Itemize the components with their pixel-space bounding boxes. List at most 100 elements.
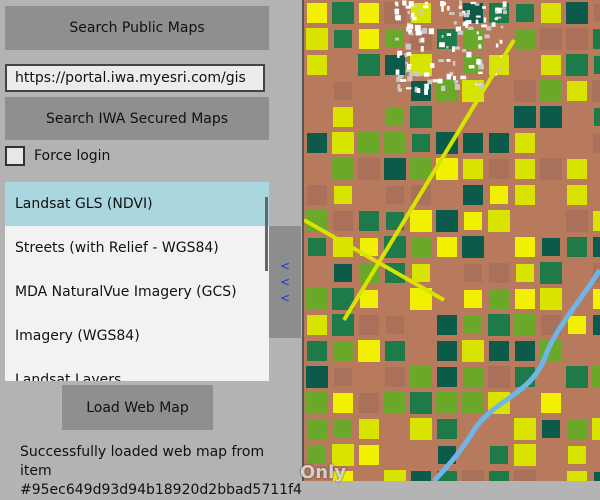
field-parcel — [462, 470, 484, 481]
list-item[interactable]: Landsat Layers — [5, 358, 269, 381]
field-parcel — [542, 186, 560, 204]
field-parcel — [358, 132, 380, 154]
urban-speck — [491, 22, 496, 27]
field-parcel — [514, 106, 536, 128]
urban-speck — [405, 43, 412, 50]
field-parcel — [540, 106, 562, 128]
urban-speck — [428, 28, 435, 35]
field-parcel — [359, 419, 379, 439]
field-parcel — [488, 236, 510, 258]
urban-speck — [405, 69, 412, 73]
field-parcel — [566, 28, 588, 50]
field-parcel — [566, 54, 588, 76]
list-item[interactable]: Landsat GLS (NDVI) — [5, 182, 269, 226]
status-line-1: Successfully loaded web map from item — [20, 444, 265, 479]
field-parcel — [334, 420, 352, 438]
field-parcel — [516, 4, 534, 22]
portal-url-input[interactable] — [5, 64, 265, 92]
field-parcel — [593, 315, 600, 335]
status-message: Successfully loaded web map from item #9… — [20, 443, 302, 500]
field-parcel — [594, 108, 600, 126]
field-parcel — [306, 392, 328, 414]
field-parcel — [567, 237, 587, 257]
field-parcel — [567, 341, 587, 361]
list-item[interactable]: Imagery (WGS84) — [5, 314, 269, 358]
field-parcel — [412, 264, 430, 282]
field-parcel — [437, 367, 457, 387]
urban-speck — [438, 59, 444, 63]
field-parcel — [463, 3, 483, 23]
urban-speck — [457, 30, 464, 35]
urban-speck — [437, 78, 443, 84]
field-parcel — [334, 186, 352, 204]
field-parcel — [384, 444, 406, 466]
urban-speck — [446, 33, 452, 37]
field-parcel — [306, 28, 328, 50]
field-parcel — [542, 368, 560, 386]
field-parcel — [385, 341, 405, 361]
urban-speck — [397, 50, 403, 56]
field-parcel — [411, 341, 431, 361]
urban-speck — [495, 7, 501, 11]
urban-speck — [394, 37, 400, 41]
urban-speck — [407, 10, 411, 15]
field-parcel — [411, 315, 431, 335]
urban-speck — [452, 46, 455, 53]
field-parcel — [436, 2, 458, 24]
web-map-list[interactable]: Landsat GLS (NDVI) Streets (with Relief … — [5, 182, 269, 381]
field-parcel — [308, 160, 326, 178]
field-parcel — [464, 212, 482, 230]
field-parcel — [359, 3, 379, 23]
list-scrollbar-thumb[interactable] — [265, 197, 268, 271]
field-parcel — [540, 158, 562, 180]
panel-collapse-splitter[interactable]: < < < — [269, 226, 301, 338]
field-parcel — [359, 471, 379, 481]
field-parcel — [540, 80, 562, 102]
urban-speck — [462, 49, 467, 53]
field-parcel — [592, 80, 600, 102]
field-parcel — [464, 316, 482, 334]
field-parcel — [541, 393, 561, 413]
field-parcel — [436, 262, 458, 284]
field-parcel — [333, 393, 353, 413]
field-parcel — [360, 82, 378, 100]
urban-speck — [452, 60, 456, 66]
field-parcel — [542, 420, 560, 438]
list-item[interactable]: Streets (with Relief - WGS84) — [5, 226, 269, 270]
field-parcel — [334, 56, 352, 74]
field-parcel — [307, 55, 327, 75]
field-parcel — [464, 290, 482, 308]
urban-speck — [439, 42, 445, 48]
field-parcel — [411, 445, 431, 465]
field-parcel — [540, 288, 562, 310]
field-parcel — [306, 80, 328, 102]
field-parcel — [568, 316, 586, 334]
field-parcel — [566, 262, 588, 284]
field-parcel — [594, 4, 600, 22]
field-parcel — [515, 237, 535, 257]
field-parcel — [437, 341, 457, 361]
field-parcel — [567, 133, 587, 153]
field-parcel — [334, 30, 352, 48]
field-parcel — [384, 158, 406, 180]
field-parcel — [464, 264, 482, 282]
urban-speck — [406, 27, 409, 32]
load-web-map-button[interactable]: Load Web Map — [62, 385, 213, 430]
field-parcel — [593, 289, 600, 309]
urban-speck — [405, 61, 409, 65]
force-login-row[interactable]: Force login — [5, 146, 110, 166]
field-parcel — [593, 133, 600, 153]
force-login-checkbox[interactable] — [5, 146, 25, 166]
field-parcel — [437, 185, 457, 205]
list-item[interactable]: MDA NaturalVue Imagery (GCS) — [5, 270, 269, 314]
search-public-maps-button[interactable]: Search Public Maps — [5, 6, 269, 50]
field-parcel — [385, 419, 405, 439]
ndvi-imagery-layer — [304, 0, 600, 481]
urban-speck — [503, 10, 507, 15]
search-iwa-secured-maps-button[interactable]: Search IWA Secured Maps — [5, 97, 269, 140]
field-parcel — [514, 210, 536, 232]
urban-speck — [414, 5, 418, 8]
urban-speck — [477, 36, 483, 40]
urban-speck — [424, 1, 429, 5]
map-view[interactable] — [304, 0, 600, 481]
